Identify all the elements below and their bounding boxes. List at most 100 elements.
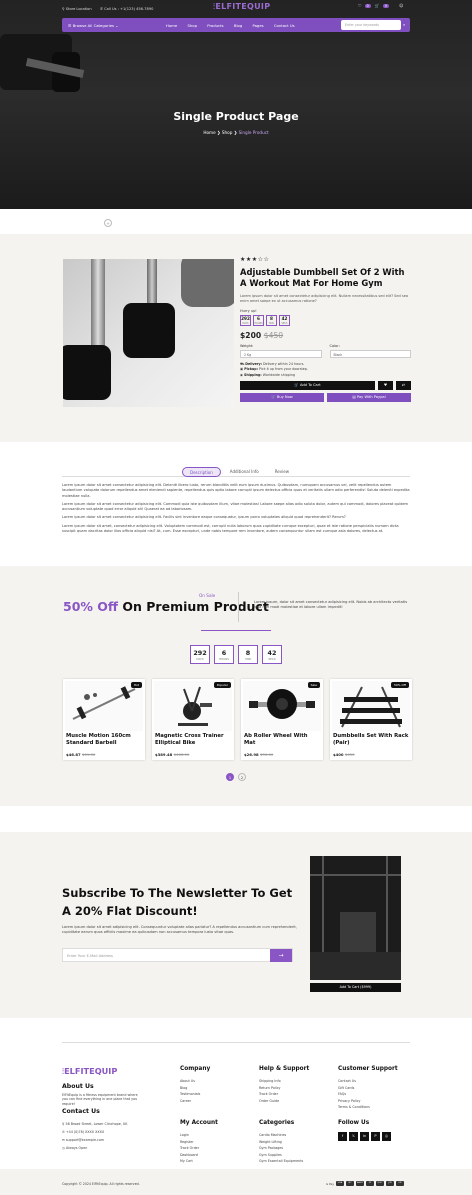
product-card[interactable]: Hot Muscle Motion 160cm Standard Barbell… — [63, 679, 145, 760]
heart-icon[interactable]: ♡ — [358, 3, 362, 8]
copyright: Copyright © 2024 ElFitEquip. All rights … — [62, 1182, 140, 1186]
countdown-value: 8 — [270, 316, 273, 321]
card-name[interactable]: Muscle Motion 160cm Standard Barbell — [66, 733, 142, 747]
breadcrumb-shop[interactable]: Shop — [222, 130, 233, 135]
account-title: My Account — [180, 1120, 218, 1126]
hex-plate-image — [123, 303, 175, 358]
product-thumb — [243, 681, 321, 731]
store-location-link[interactable]: ⚲ Store Location — [62, 7, 92, 11]
shipping-row: ◉ Shipping: Worldwide shipping — [240, 373, 411, 378]
card-name[interactable]: Dumbbells Set With Rack (Pair) — [333, 733, 409, 747]
instagram-icon[interactable]: ◎ — [382, 1132, 391, 1141]
product-cards: Hot Muscle Motion 160cm Standard Barbell… — [63, 679, 412, 760]
weight-select[interactable]: 2 Kg — [240, 350, 322, 358]
cart-count: 0 — [382, 4, 389, 8]
paypal-icon: PP — [366, 1181, 374, 1186]
footer-link[interactable]: Career — [180, 1098, 210, 1105]
card-name[interactable]: Ab Roller Wheel With Mat — [244, 733, 320, 747]
add-to-cart-label: Add To Cart — [300, 383, 321, 388]
nav-item-home[interactable]: Home — [166, 23, 177, 28]
buy-now-button[interactable]: 🛒 Buy Now — [240, 393, 324, 403]
current-price: $200 — [240, 331, 262, 340]
nav-item-shop[interactable]: Shop — [187, 23, 197, 28]
address-text: 56 Broad Street, Lower Clinchope, UK — [65, 1122, 128, 1126]
hours-text: Always Open — [65, 1146, 88, 1150]
footer-logo-text: ELFITEQUIP — [64, 1066, 118, 1076]
add-to-cart-button[interactable]: 🛒 Add To Cart — [240, 381, 375, 391]
contact-title: Contact Us — [62, 1108, 100, 1115]
countdown-value: 8 — [245, 649, 251, 657]
contact-hours: ◷ Always Open — [62, 1144, 127, 1152]
footer-link[interactable]: Order Guide — [259, 1098, 309, 1105]
description-paragraph: Lorem ipsum dolor sit amet, consectetur … — [62, 523, 399, 534]
scroll-indicator-icon[interactable]: + — [104, 219, 112, 227]
nav-item-pages[interactable]: Pages — [252, 23, 263, 28]
countdown-unit: DAYS — [242, 321, 249, 325]
shipping-info: ⛟ Delivery: Delivery within 24 hours. ▣ … — [240, 362, 411, 378]
product-card[interactable]: 50% Off Dumbbells Set With Rack (Pair) $… — [330, 679, 412, 760]
product-card[interactable]: Sale Ab Roller Wheel With Mat $26.98 $30… — [241, 679, 323, 760]
cart-icon[interactable]: 🛒 — [375, 3, 380, 8]
page-1-button[interactable]: 1 — [226, 773, 234, 781]
delivery-text: Delivery within 24 hours. — [263, 362, 305, 366]
tab-review[interactable]: Review — [268, 467, 296, 477]
newsletter-section: Subscribe To The Newsletter To Get A 20%… — [0, 832, 472, 1018]
grip-image — [181, 259, 234, 307]
card-price: $400 $650 — [333, 752, 355, 757]
contact-phone[interactable]: ✆ +44 (0)78) XXXX XXXX — [62, 1128, 127, 1136]
tab-list: Description Additional Info Review — [182, 467, 296, 477]
search-input[interactable]: Enter your keywords — [341, 20, 401, 30]
compare-icon[interactable]: ⇄ — [396, 381, 411, 391]
tab-content: Lorem ipsum dolor sit amet consectetur a… — [62, 483, 410, 537]
site-logo[interactable]: ⫶ELFITEQUIP — [213, 2, 270, 12]
newsletter-form: Enter Your E-Mail Address → — [62, 948, 293, 962]
about-text: ElFitEquip is a fitness equipment brand … — [62, 1093, 138, 1106]
rod-image — [91, 259, 105, 349]
tab-additional-info[interactable]: Additional Info — [223, 467, 266, 477]
page-2-button[interactable]: 2 — [238, 773, 246, 781]
search-icon[interactable]: ⌕ — [403, 22, 405, 27]
x-icon[interactable]: 𝕏 — [349, 1132, 358, 1141]
footer-link[interactable]: Terms & Conditions — [338, 1104, 398, 1111]
amex-icon: AMEX — [356, 1181, 364, 1186]
breadcrumb-home[interactable]: Home — [203, 130, 215, 135]
email-input[interactable]: Enter Your E-Mail Address — [67, 954, 113, 958]
nav-menu: Home Shop Products Blog Pages Contact Us — [166, 23, 304, 28]
paypal-button[interactable]: ▤ Pay With Paypal — [327, 393, 411, 403]
browse-categories-button[interactable]: ☰ Browse All Categories ⌄ — [68, 23, 118, 28]
nav-item-contact[interactable]: Contact Us — [274, 23, 295, 28]
wishlist-heart-icon[interactable]: ♥ — [378, 381, 393, 391]
footer: ⫶ELFITEQUIP About Us ElFitEquip is a fit… — [0, 1042, 472, 1195]
product-card[interactable]: Popular Magnetic Cross Trainer Elliptica… — [152, 679, 234, 760]
contact-list: ⚲ 56 Broad Street, Lower Clinchope, UK ✆… — [62, 1120, 127, 1152]
facebook-icon[interactable]: f — [338, 1132, 347, 1141]
footer-logo[interactable]: ⫶ELFITEQUIP — [62, 1066, 117, 1077]
clock-icon: ◷ — [62, 1146, 65, 1150]
product-image[interactable] — [63, 259, 234, 407]
paypal-label: Pay With Paypal — [356, 395, 386, 400]
weight-option: Weight: 2 Kg — [240, 344, 322, 358]
pinterest-icon[interactable]: P — [371, 1132, 380, 1141]
old-price: $450 — [263, 331, 284, 340]
card-current-price: $400 — [333, 752, 344, 757]
product-countdown: 292 DAYS 6 HOURS 8 MIN 42 SECS — [240, 315, 411, 326]
product-thumb — [154, 681, 232, 731]
countdown-hours: 6 HOURS — [253, 315, 264, 326]
linkedin-icon[interactable]: in — [360, 1132, 369, 1141]
contact-email[interactable]: ✉ support@example.com — [62, 1136, 127, 1144]
nav-item-products[interactable]: Products — [207, 23, 223, 28]
gym-image — [310, 856, 401, 980]
hex-plate-image — [63, 345, 111, 400]
nav-item-blog[interactable]: Blog — [234, 23, 242, 28]
card-price: $389.48 $468.00 — [155, 752, 189, 757]
footer-link[interactable]: My Cart — [180, 1158, 218, 1165]
about-title: About Us — [62, 1083, 94, 1090]
subscribe-arrow-icon[interactable]: → — [270, 949, 292, 962]
gym-add-to-cart-button[interactable]: Add To Cart ($999) — [310, 983, 401, 992]
card-name[interactable]: Magnetic Cross Trainer Elliptical Bike — [155, 733, 231, 747]
user-icon[interactable]: ☺ — [399, 3, 403, 8]
tab-description[interactable]: Description — [182, 467, 221, 477]
footer-link[interactable]: Gym Essentail Equipments — [259, 1158, 303, 1165]
phone-text: +44 (0)78) XXXX XXXX — [65, 1130, 105, 1134]
color-select[interactable]: Black — [329, 350, 411, 358]
